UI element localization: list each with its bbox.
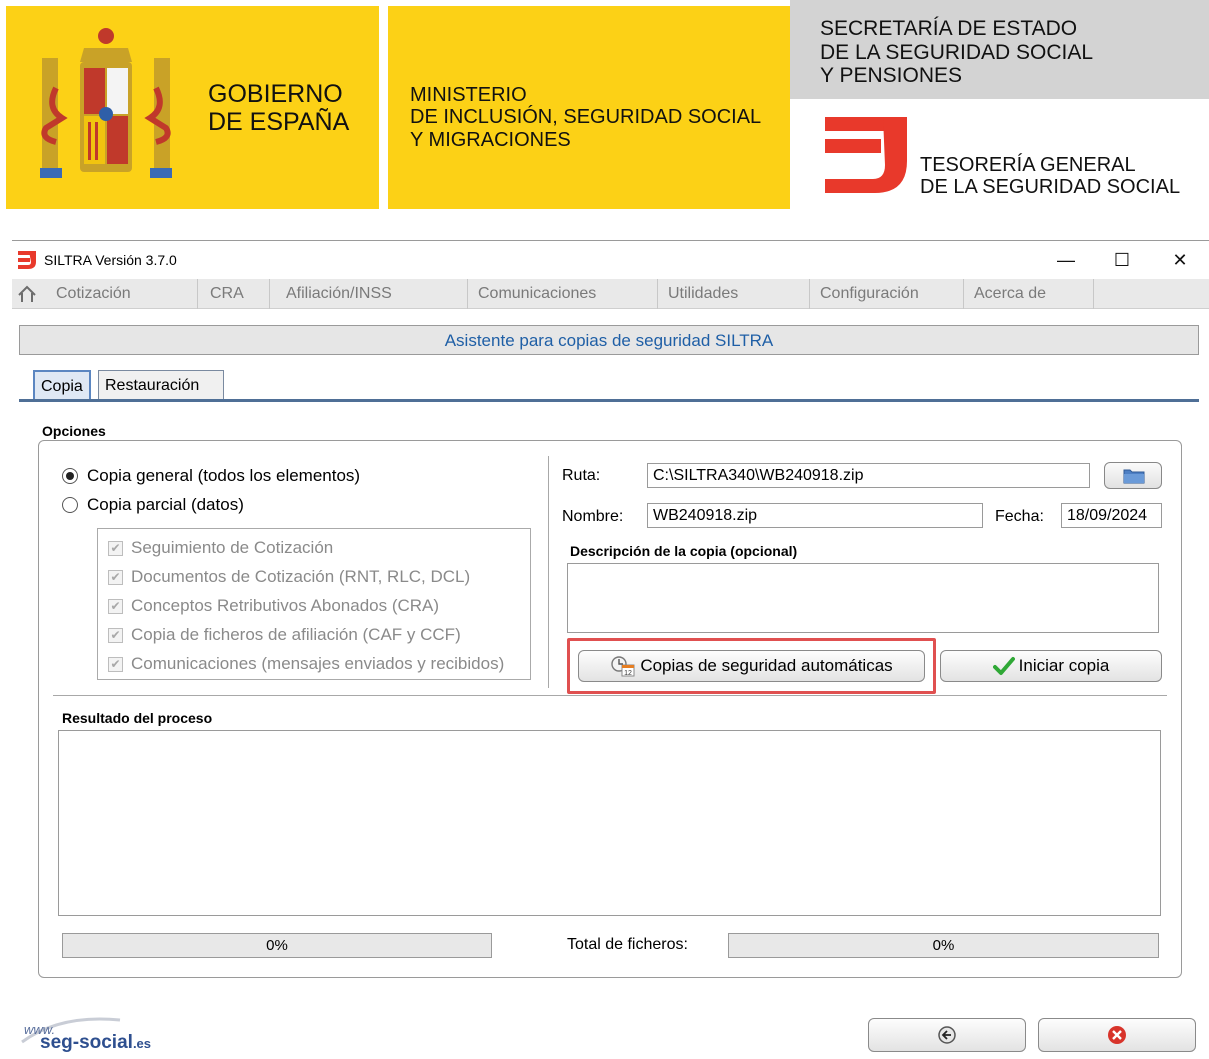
radio-copia-general[interactable]: Copia general (todos los elementos) [62, 465, 360, 487]
title-bar[interactable]: SILTRA Versión 3.7.0 — ☐ ✕ [12, 241, 1209, 279]
descripcion-textarea[interactable] [567, 563, 1159, 633]
menu-cra[interactable]: CRA [204, 279, 270, 309]
total-ficheros-label: Total de ficheros: [567, 936, 688, 953]
menu-afiliacion-inss[interactable]: Afiliación/INSS [280, 279, 468, 309]
checkbox-label: Copia de ficheros de afiliación (CAF y C… [131, 625, 461, 644]
radio-copia-general-label: Copia general (todos los elementos) [87, 466, 361, 485]
opciones-label: Opciones [42, 423, 106, 439]
back-button[interactable] [868, 1018, 1026, 1052]
radio-checked-icon[interactable] [62, 468, 78, 484]
svg-text:seg-social.es: seg-social.es [40, 1032, 151, 1052]
minimize-button[interactable]: — [1046, 245, 1086, 275]
menu-configuracion[interactable]: Configuración [814, 279, 964, 309]
nombre-field[interactable]: WB240918.zip [647, 503, 983, 528]
wizard-title: Asistente para copias de seguridad SILTR… [19, 325, 1199, 355]
menu-acerca-de[interactable]: Acerca de [968, 279, 1094, 309]
browse-folder-button[interactable] [1104, 462, 1162, 489]
ruta-field[interactable]: C:\SILTRA340\WB240918.zip [647, 463, 1090, 488]
menu-comunicaciones[interactable]: Comunicaciones [472, 279, 658, 309]
checkbox-documentos[interactable]: ✔ Documentos de Cotización (RNT, RLC, DC… [108, 566, 470, 588]
menu-cotizacion[interactable]: Cotización [50, 279, 198, 309]
radio-copia-parcial-label: Copia parcial (datos) [87, 495, 244, 514]
progress-right-text: 0% [932, 937, 955, 954]
partial-options-box: ✔ Seguimiento de Cotización ✔ Documentos… [97, 528, 531, 680]
secretaria-text: SECRETARÍA DE ESTADO DE LA SEGURIDAD SOC… [820, 17, 1094, 88]
checkbox-checked-icon[interactable]: ✔ [108, 569, 123, 585]
coat-of-arms-icon [40, 28, 172, 178]
radio-unchecked-icon[interactable] [62, 497, 78, 513]
checkbox-label: Comunicaciones (mensajes enviados y reci… [131, 654, 505, 673]
progress-bar-right: 0% [728, 933, 1159, 958]
progress-bar-left: 0% [62, 933, 492, 958]
checkbox-comunicaciones[interactable]: ✔ Comunicaciones (mensajes enviados y re… [108, 653, 504, 675]
cancel-x-icon [1108, 1026, 1126, 1044]
checkmark-icon [992, 657, 1015, 675]
tab-underline [19, 399, 1199, 402]
window-title: SILTRA Versión 3.7.0 [44, 252, 177, 268]
iniciar-copia-button[interactable]: Iniciar copia [940, 650, 1162, 682]
back-arrow-icon [938, 1026, 956, 1044]
close-button[interactable]: ✕ [1160, 245, 1200, 275]
menu-utilidades[interactable]: Utilidades [662, 279, 810, 309]
checkbox-seguimiento[interactable]: ✔ Seguimiento de Cotización [108, 537, 333, 559]
tab-restauracion[interactable]: Restauración [98, 370, 224, 401]
auto-backup-button[interactable]: 12 Copias de seguridad automáticas [578, 650, 925, 682]
resultado-label: Resultado del proceso [62, 710, 213, 726]
checkbox-conceptos[interactable]: ✔ Conceptos Retributivos Abonados (CRA) [108, 595, 439, 617]
fecha-field[interactable]: 18/09/2024 [1061, 503, 1162, 528]
checkbox-checked-icon[interactable]: ✔ [108, 627, 123, 643]
nombre-label: Nombre: [562, 508, 624, 525]
ruta-label: Ruta: [562, 467, 601, 484]
checkbox-label: Documentos de Cotización (RNT, RLC, DCL) [131, 567, 471, 586]
checkbox-label: Conceptos Retributivos Abonados (CRA) [131, 596, 440, 615]
menu-bar: Cotización CRA Afiliación/INSS Comunicac… [12, 279, 1209, 309]
tesoreria-text: TESORERÍA GENERAL DE LA SEGURIDAD SOCIAL [920, 154, 1181, 199]
fecha-label: Fecha: [995, 508, 1044, 525]
auto-backup-label: Copias de seguridad automáticas [640, 656, 893, 675]
svg-text:12: 12 [624, 670, 632, 677]
checkbox-label: Seguimiento de Cotización [131, 538, 334, 557]
tgss-logo-icon [825, 117, 907, 193]
checkbox-checked-icon[interactable]: ✔ [108, 598, 123, 614]
checkbox-checked-icon[interactable]: ✔ [108, 540, 123, 556]
vertical-divider [548, 456, 549, 688]
scheduled-backup-icon: 12 [611, 656, 635, 677]
cancel-button[interactable] [1038, 1018, 1196, 1052]
progress-left-text: 0% [266, 937, 288, 954]
home-icon[interactable] [16, 283, 38, 305]
header-banner: GOBIERNO DE ESPAÑA MINISTERIO DE INCLUSI… [0, 0, 1209, 215]
iniciar-copia-label: Iniciar copia [1018, 656, 1110, 675]
maximize-button[interactable]: ☐ [1102, 245, 1142, 275]
seg-social-logo: www. seg-social.es [21, 1017, 151, 1052]
checkbox-afiliacion[interactable]: ✔ Copia de ficheros de afiliación (CAF y… [108, 624, 461, 646]
horizontal-divider [53, 695, 1167, 696]
gobierno-text: GOBIERNO DE ESPAÑA [208, 80, 350, 136]
folder-icon [1123, 469, 1145, 484]
radio-copia-parcial[interactable]: Copia parcial (datos) [62, 494, 244, 516]
resultado-textarea[interactable] [58, 730, 1161, 916]
descripcion-label: Descripción de la copia (opcional) [570, 543, 798, 559]
checkbox-checked-icon[interactable]: ✔ [108, 656, 123, 672]
tab-copia[interactable]: Copia [33, 370, 91, 401]
ministerio-text: MINISTERIO DE INCLUSIÓN, SEGURIDAD SOCIA… [410, 84, 762, 151]
siltra-app-icon [18, 251, 36, 269]
